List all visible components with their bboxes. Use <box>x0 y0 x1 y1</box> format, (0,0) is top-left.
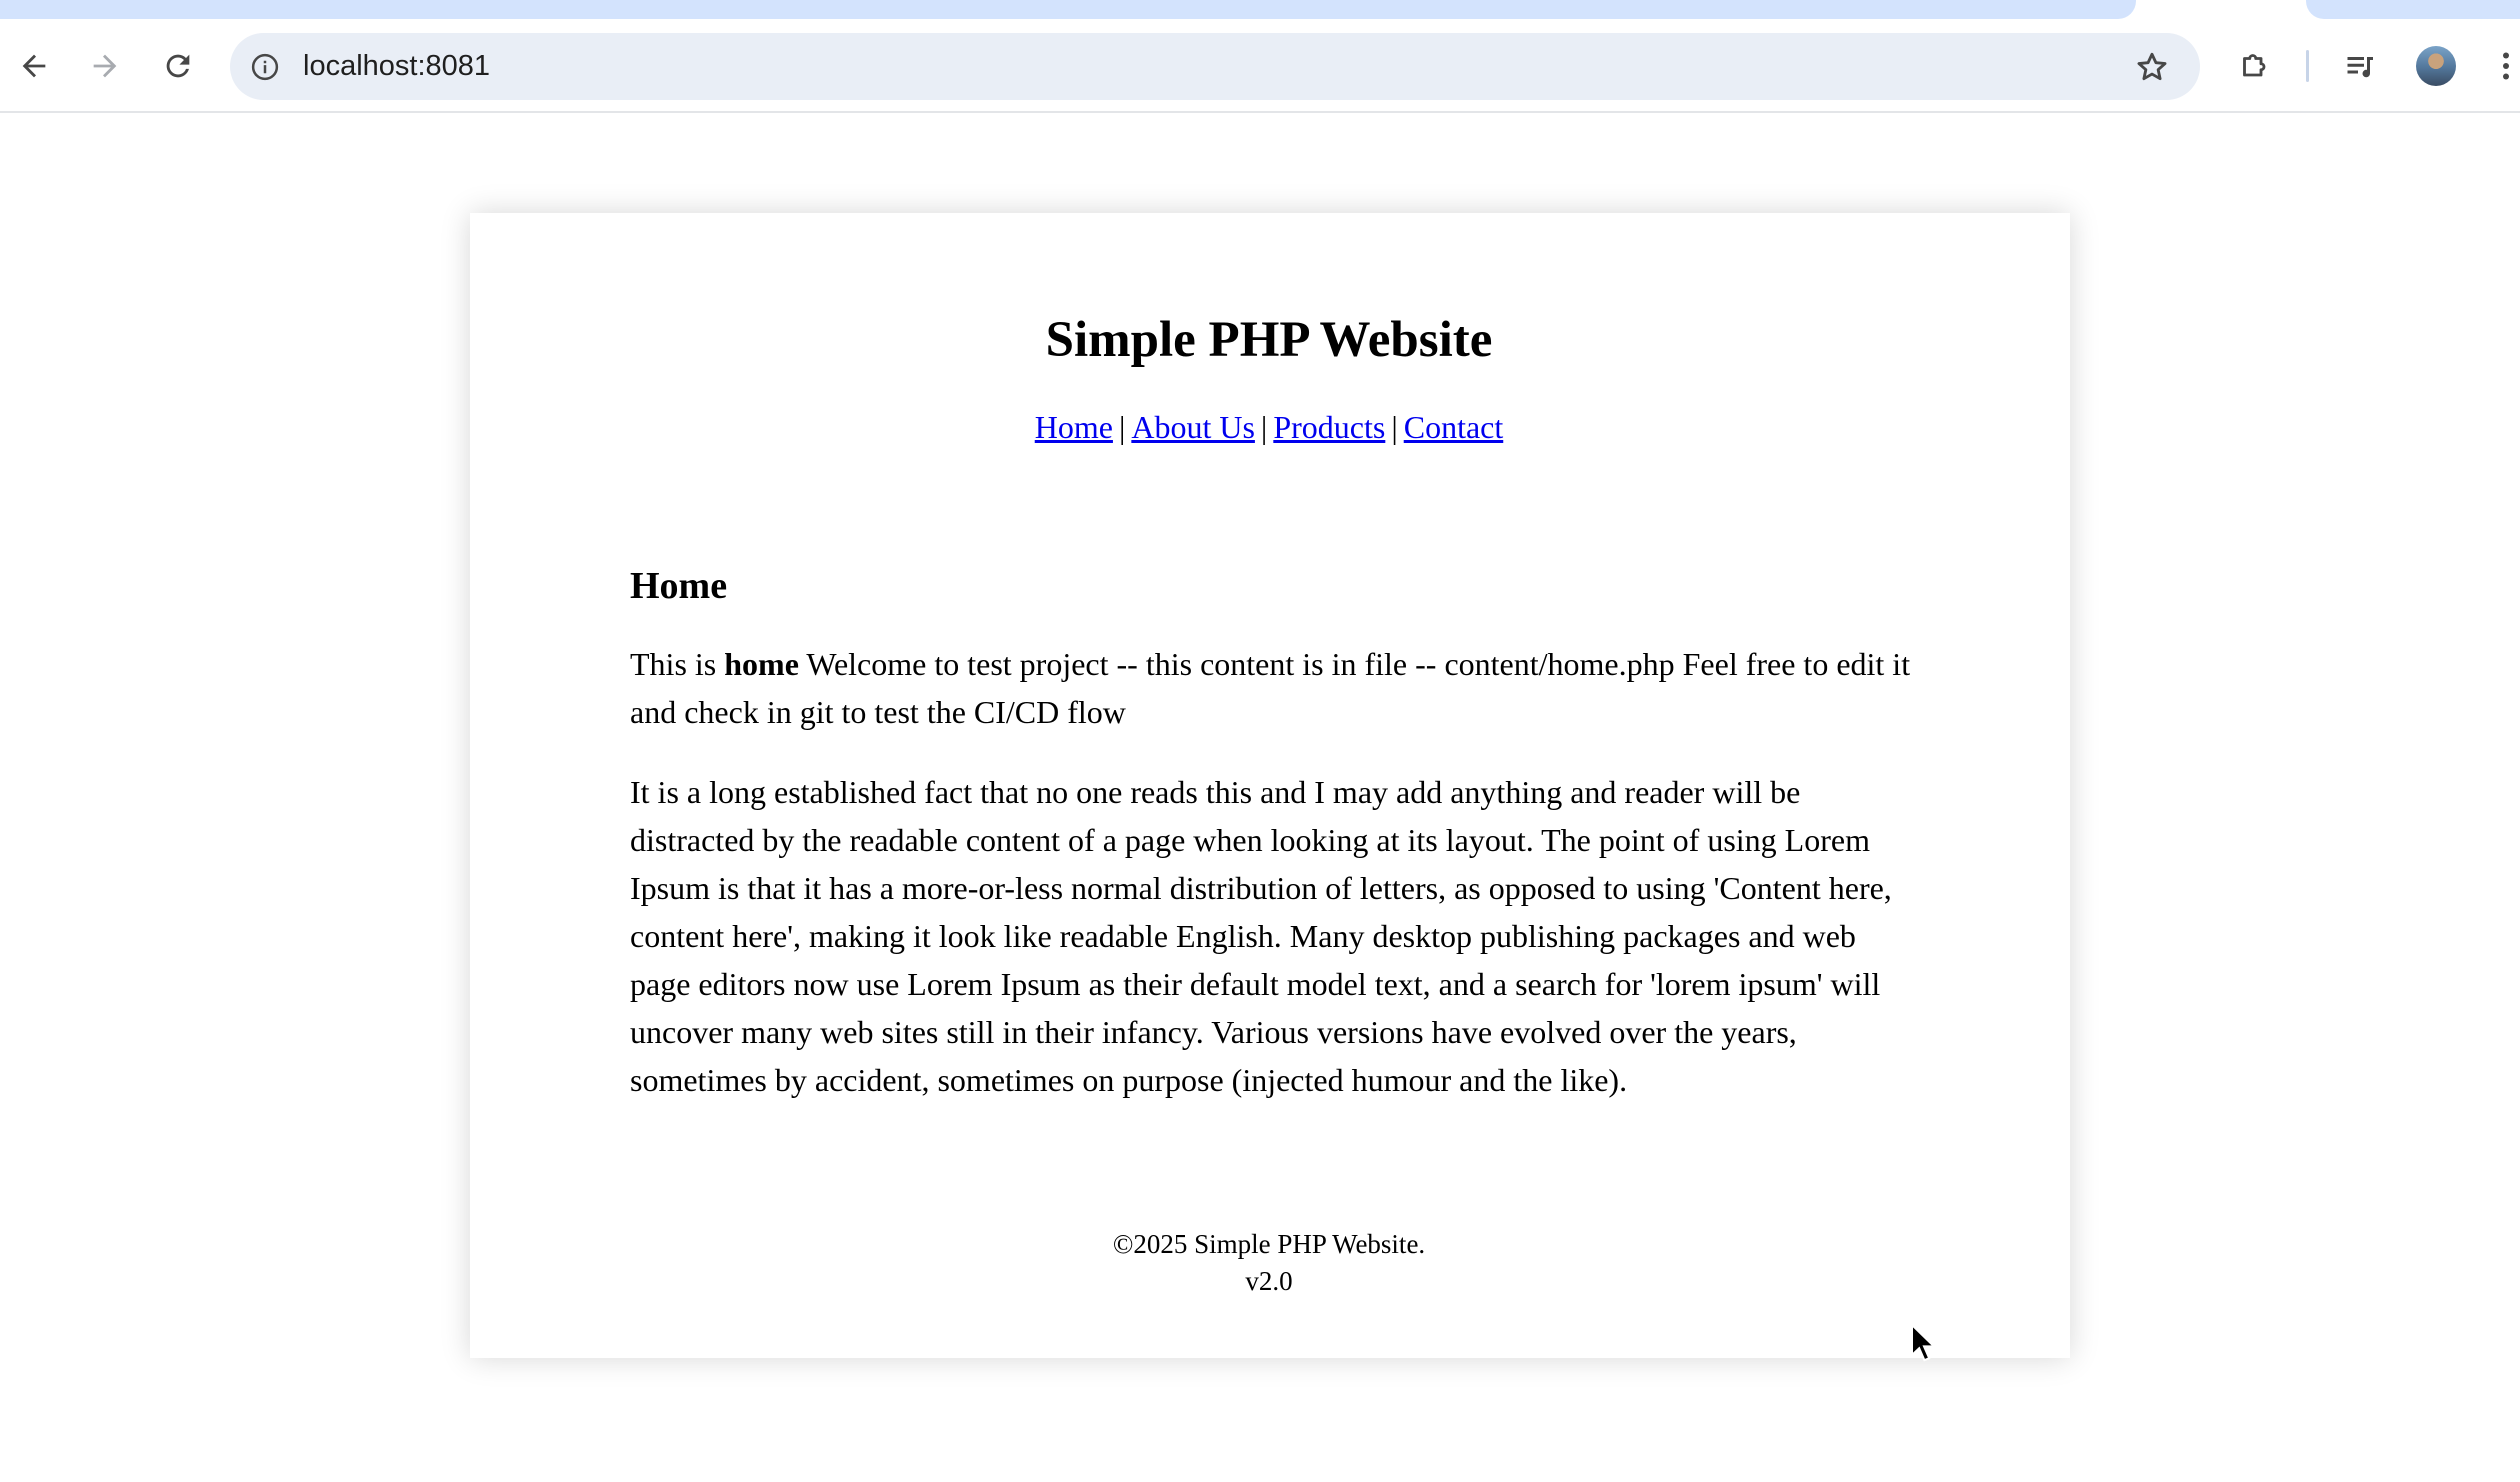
tab-strip-right <box>2306 0 2520 19</box>
intro-prefix: This is <box>630 646 725 682</box>
intro-rest: Welcome to test project -- this content … <box>630 646 1911 730</box>
arrow-left-icon <box>17 49 51 83</box>
reload-button[interactable] <box>148 36 208 96</box>
nav-separator: | <box>1391 409 1398 445</box>
footer-copyright: ©2025 Simple PHP Website. <box>1112 1229 1426 1259</box>
info-icon[interactable] <box>248 50 282 84</box>
body-paragraph: It is a long established fact that no on… <box>630 774 1892 1098</box>
intro-bold: home <box>724 646 799 682</box>
nav-link-about-us[interactable]: About Us <box>1131 409 1255 445</box>
nav-separator: | <box>1260 409 1268 445</box>
tab-strip <box>0 0 2136 19</box>
star-icon[interactable] <box>2132 47 2172 87</box>
avatar[interactable] <box>2416 46 2456 86</box>
arrow-right-icon <box>88 49 122 83</box>
mouse-cursor-icon <box>1910 1322 1937 1363</box>
puzzle-icon <box>2237 48 2273 84</box>
media-control-icon <box>2343 48 2379 84</box>
nav-link-home[interactable]: Home <box>1035 409 1113 445</box>
address-bar[interactable]: localhost:8081 <box>230 33 2200 100</box>
forward-button[interactable] <box>75 36 135 96</box>
media-control-button[interactable] <box>2331 36 2391 96</box>
content-heading: Home <box>630 565 728 607</box>
browser-menu-button[interactable] <box>2476 36 2520 96</box>
extensions-button[interactable] <box>2225 36 2285 96</box>
site-footer: ©2025 Simple PHP Website. v2.0 <box>0 1226 2520 1300</box>
site-nav: Home | About Us | Products | Contact <box>0 403 2520 451</box>
url-text[interactable]: localhost:8081 <box>303 33 490 100</box>
browser-toolbar: localhost:8081 <box>0 0 2520 113</box>
nav-link-products[interactable]: Products <box>1273 409 1385 445</box>
nav-separator: | <box>1118 409 1126 445</box>
back-button[interactable] <box>4 36 64 96</box>
kebab-menu-icon <box>2488 48 2520 84</box>
nav-link-contact[interactable]: Contact <box>1404 409 1504 445</box>
reload-icon <box>161 49 195 83</box>
intro-paragraph: This is home Welcome to test project -- … <box>630 640 1920 736</box>
toolbar-divider <box>2306 50 2309 82</box>
page-title: Simple PHP Website <box>1045 312 1493 368</box>
main-content: Home This is home Welcome to test projec… <box>630 560 1920 1104</box>
footer-version: v2.0 <box>1245 1266 1293 1296</box>
